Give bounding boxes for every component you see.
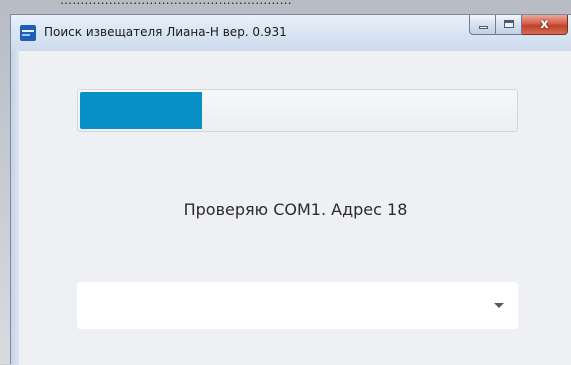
app-window: Поиск извещателя Лиана-Н вер. 0.931 x Пр… <box>10 14 571 365</box>
minimize-icon <box>479 26 488 29</box>
close-icon: x <box>540 17 549 32</box>
progress-fill <box>80 92 202 129</box>
window-title: Поиск извещателя Лиана-Н вер. 0.931 <box>44 25 287 39</box>
window-frame-left <box>11 50 19 365</box>
maximize-icon <box>504 20 514 28</box>
client-area: Проверяю COM1. Адрес 18 <box>19 50 571 365</box>
maximize-button[interactable] <box>496 15 522 35</box>
status-message: Проверяю COM1. Адрес 18 <box>183 200 408 219</box>
chevron-down-icon[interactable] <box>494 303 504 308</box>
app-logo-icon[interactable] <box>20 25 36 41</box>
background-window-text: ………………………………………………… <box>60 0 292 7</box>
search-progress-bar <box>77 89 518 132</box>
minimize-button[interactable] <box>469 15 496 35</box>
title-bar[interactable]: Поиск извещателя Лиана-Н вер. 0.931 x <box>11 15 571 50</box>
caption-buttons: x <box>469 15 568 36</box>
close-button[interactable]: x <box>522 15 568 35</box>
device-select[interactable] <box>77 282 518 329</box>
